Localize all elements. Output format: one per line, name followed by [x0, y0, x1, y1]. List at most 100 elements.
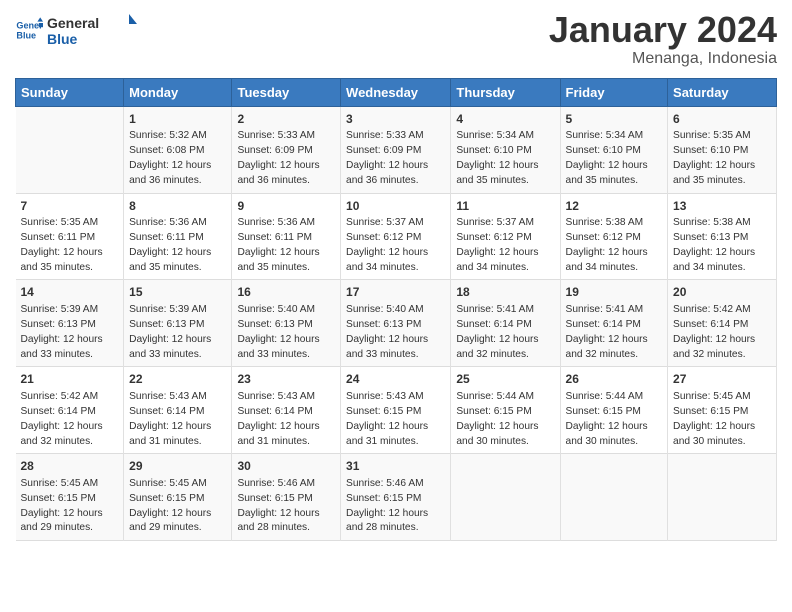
- cell-w5-d5: [560, 454, 668, 541]
- cell-w4-d5: 26Sunrise: 5:44 AMSunset: 6:15 PMDayligh…: [560, 367, 668, 454]
- cell-w1-d2: 2Sunrise: 5:33 AMSunset: 6:09 PMDaylight…: [232, 106, 341, 193]
- cell-w2-d1: 8Sunrise: 5:36 AMSunset: 6:11 PMDaylight…: [124, 193, 232, 280]
- general-blue-logo: General Blue: [47, 10, 137, 50]
- day-number: 11: [456, 198, 554, 215]
- cell-w2-d3: 10Sunrise: 5:37 AMSunset: 6:12 PMDayligh…: [341, 193, 451, 280]
- cell-content: Sunrise: 5:42 AMSunset: 6:14 PMDaylight:…: [21, 390, 119, 449]
- cell-content: Sunrise: 5:34 AMSunset: 6:10 PMDaylight:…: [566, 129, 663, 188]
- cell-w3-d3: 17 Sunrise: 5:40 AMSunset: 6:13 PMDayligh…: [341, 280, 451, 367]
- day-number: 10: [346, 198, 445, 215]
- day-number: 17: [346, 284, 445, 301]
- cell-w4-d1: 22Sunrise: 5:43 AMSunset: 6:14 PMDayligh…: [124, 367, 232, 454]
- svg-text:Blue: Blue: [16, 30, 36, 40]
- day-number: 18: [456, 284, 554, 301]
- header-tuesday: Tuesday: [232, 78, 341, 106]
- cell-w3-d6: 20 Sunrise: 5:42 AMSunset: 6:14 PMDayligh…: [668, 280, 777, 367]
- day-number: 6: [673, 111, 771, 128]
- cell-w2-d6: 13Sunrise: 5:38 AMSunset: 6:13 PMDayligh…: [668, 193, 777, 280]
- day-number: 1: [129, 111, 226, 128]
- cell-content: Sunrise: 5:33 AMSunset: 6:09 PMDaylight:…: [346, 129, 445, 188]
- cell-w3-d5: 19 Sunrise: 5:41 AMSunset: 6:14 PMDayligh…: [560, 280, 668, 367]
- day-number: 29: [129, 458, 226, 475]
- day-number: 12: [566, 198, 663, 215]
- cell-content: Sunrise: 5:41 AMSunset: 6:14 PMDaylight:…: [566, 303, 663, 362]
- cell-w5-d0: 28 Sunrise: 5:45 AMSunset: 6:15 PMDayligh…: [16, 454, 124, 541]
- day-number: 19: [566, 284, 663, 301]
- cell-w4-d6: 27 Sunrise: 5:45 AMSunset: 6:15 PMDayligh…: [668, 367, 777, 454]
- cell-content: Sunrise: 5:45 AMSunset: 6:15 PMDaylight:…: [673, 390, 771, 449]
- day-number: 24: [346, 371, 445, 388]
- cell-w4-d0: 21 Sunrise: 5:42 AMSunset: 6:14 PMDayligh…: [16, 367, 124, 454]
- header-thursday: Thursday: [451, 78, 560, 106]
- cell-content: Sunrise: 5:44 AMSunset: 6:15 PMDaylight:…: [566, 390, 663, 449]
- svg-text:General: General: [47, 15, 99, 31]
- cell-w1-d1: 1Sunrise: 5:32 AMSunset: 6:08 PMDaylight…: [124, 106, 232, 193]
- cell-w2-d4: 11Sunrise: 5:37 AMSunset: 6:12 PMDayligh…: [451, 193, 560, 280]
- day-number: 5: [566, 111, 663, 128]
- cell-w2-d2: 9Sunrise: 5:36 AMSunset: 6:11 PMDaylight…: [232, 193, 341, 280]
- header-saturday: Saturday: [668, 78, 777, 106]
- cell-w5-d2: 30 Sunrise: 5:46 AMSunset: 6:15 PMDayligh…: [232, 454, 341, 541]
- cell-w2-d0: 7Sunrise: 5:35 AMSunset: 6:11 PMDaylight…: [16, 193, 124, 280]
- cell-w3-d2: 16 Sunrise: 5:40 AMSunset: 6:13 PMDayligh…: [232, 280, 341, 367]
- title-block: January 2024 Menanga, Indonesia: [549, 10, 777, 68]
- cell-w4-d2: 23Sunrise: 5:43 AMSunset: 6:14 PMDayligh…: [232, 367, 341, 454]
- header-monday: Monday: [124, 78, 232, 106]
- day-number: 27: [673, 371, 771, 388]
- cell-w3-d1: 15Sunrise: 5:39 AMSunset: 6:13 PMDayligh…: [124, 280, 232, 367]
- cell-w1-d4: 4Sunrise: 5:34 AMSunset: 6:10 PMDaylight…: [451, 106, 560, 193]
- cell-content: Sunrise: 5:40 AMSunset: 6:13 PMDaylight:…: [237, 303, 335, 362]
- day-number: 3: [346, 111, 445, 128]
- cell-content: Sunrise: 5:32 AMSunset: 6:08 PMDaylight:…: [129, 129, 226, 188]
- cell-w5-d6: [668, 454, 777, 541]
- cell-w3-d4: 18 Sunrise: 5:41 AMSunset: 6:14 PMDayligh…: [451, 280, 560, 367]
- cell-w3-d0: 14 Sunrise: 5:39 AMSunset: 6:13 PMDayligh…: [16, 280, 124, 367]
- page-header: General Blue General Blue General Blue J…: [15, 10, 777, 68]
- day-number: 14: [21, 284, 119, 301]
- day-number: 23: [237, 371, 335, 388]
- cell-w5-d1: 29 Sunrise: 5:45 AMSunset: 6:15 PMDayligh…: [124, 454, 232, 541]
- cell-content: Sunrise: 5:46 AMSunset: 6:15 PMDaylight:…: [237, 477, 335, 536]
- cell-content: Sunrise: 5:44 AMSunset: 6:15 PMDaylight:…: [456, 390, 554, 449]
- cell-w1-d0: [16, 106, 124, 193]
- cell-content: Sunrise: 5:45 AMSunset: 6:15 PMDaylight:…: [21, 477, 119, 536]
- day-number: 21: [21, 371, 119, 388]
- cell-content: Sunrise: 5:41 AMSunset: 6:14 PMDaylight:…: [456, 303, 554, 362]
- cell-w1-d6: 6Sunrise: 5:35 AMSunset: 6:10 PMDaylight…: [668, 106, 777, 193]
- cell-w4-d3: 24Sunrise: 5:43 AMSunset: 6:15 PMDayligh…: [341, 367, 451, 454]
- cell-content: Sunrise: 5:37 AMSunset: 6:12 PMDaylight:…: [346, 216, 445, 275]
- week-row-4: 21 Sunrise: 5:42 AMSunset: 6:14 PMDayligh…: [16, 367, 777, 454]
- cell-w1-d5: 5Sunrise: 5:34 AMSunset: 6:10 PMDaylight…: [560, 106, 668, 193]
- day-number: 28: [21, 458, 119, 475]
- cell-content: Sunrise: 5:35 AMSunset: 6:11 PMDaylight:…: [21, 216, 119, 275]
- cell-content: Sunrise: 5:42 AMSunset: 6:14 PMDaylight:…: [673, 303, 771, 362]
- header-friday: Friday: [560, 78, 668, 106]
- cell-content: Sunrise: 5:39 AMSunset: 6:13 PMDaylight:…: [21, 303, 119, 362]
- day-number: 7: [21, 198, 119, 215]
- day-number: 20: [673, 284, 771, 301]
- day-number: 8: [129, 198, 226, 215]
- day-number: 9: [237, 198, 335, 215]
- day-number: 13: [673, 198, 771, 215]
- logo-icon: General Blue: [15, 16, 43, 44]
- weekday-header-row: Sunday Monday Tuesday Wednesday Thursday…: [16, 78, 777, 106]
- location: Menanga, Indonesia: [549, 50, 777, 68]
- logo: General Blue General Blue General Blue: [15, 10, 137, 50]
- week-row-1: 1Sunrise: 5:32 AMSunset: 6:08 PMDaylight…: [16, 106, 777, 193]
- cell-content: Sunrise: 5:36 AMSunset: 6:11 PMDaylight:…: [129, 216, 226, 275]
- week-row-3: 14 Sunrise: 5:39 AMSunset: 6:13 PMDayligh…: [16, 280, 777, 367]
- cell-content: Sunrise: 5:36 AMSunset: 6:11 PMDaylight:…: [237, 216, 335, 275]
- day-number: 16: [237, 284, 335, 301]
- cell-content: Sunrise: 5:40 AMSunset: 6:13 PMDaylight:…: [346, 303, 445, 362]
- week-row-5: 28 Sunrise: 5:45 AMSunset: 6:15 PMDayligh…: [16, 454, 777, 541]
- day-number: 25: [456, 371, 554, 388]
- month-title: January 2024: [549, 10, 777, 50]
- cell-content: Sunrise: 5:33 AMSunset: 6:09 PMDaylight:…: [237, 129, 335, 188]
- day-number: 30: [237, 458, 335, 475]
- header-wednesday: Wednesday: [341, 78, 451, 106]
- cell-w4-d4: 25 Sunrise: 5:44 AMSunset: 6:15 PMDayligh…: [451, 367, 560, 454]
- cell-content: Sunrise: 5:46 AMSunset: 6:15 PMDaylight:…: [346, 477, 445, 536]
- cell-content: Sunrise: 5:45 AMSunset: 6:15 PMDaylight:…: [129, 477, 226, 536]
- cell-content: Sunrise: 5:38 AMSunset: 6:13 PMDaylight:…: [673, 216, 771, 275]
- cell-content: Sunrise: 5:34 AMSunset: 6:10 PMDaylight:…: [456, 129, 554, 188]
